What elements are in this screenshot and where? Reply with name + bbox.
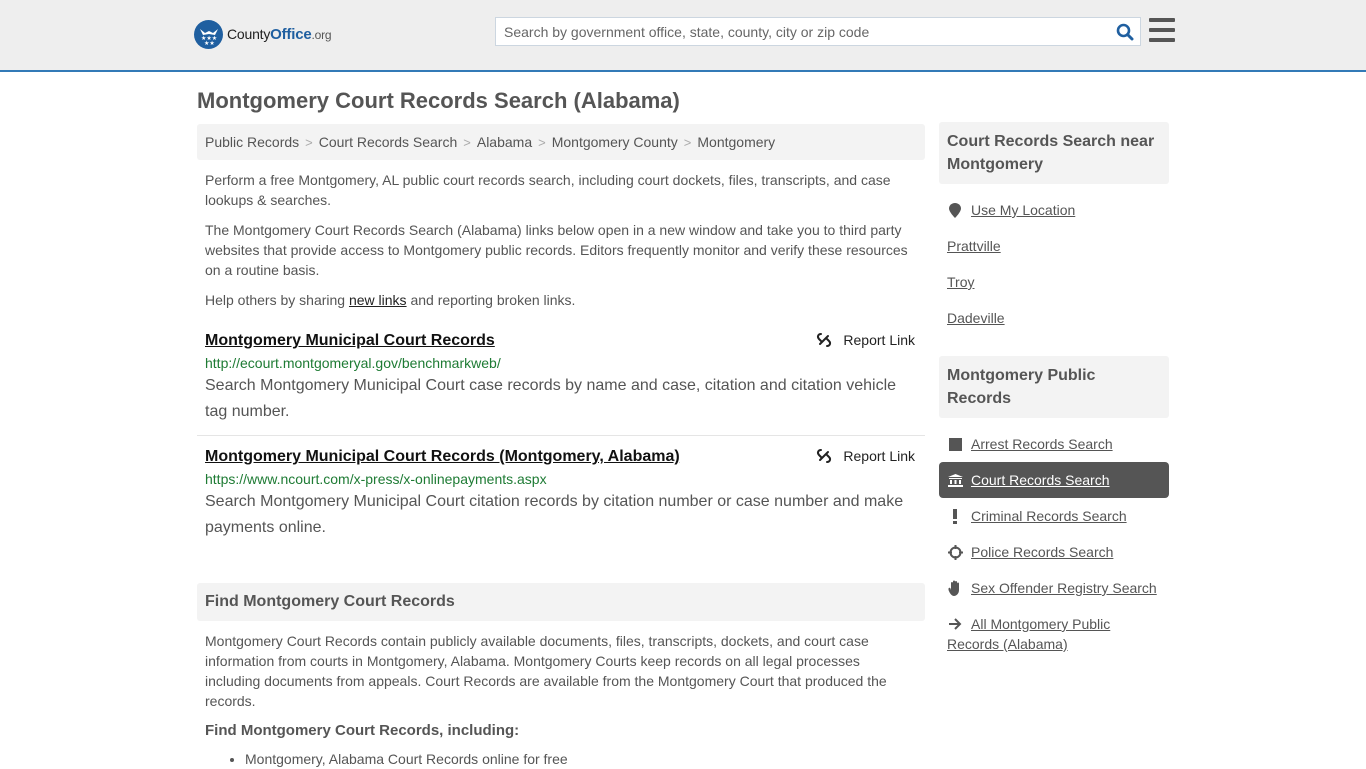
sidebar-item-court-records: Court Records Search	[939, 462, 1169, 498]
intro-paragraph: The Montgomery Court Records Search (Ala…	[205, 222, 908, 278]
site-header: ★★★ ★★ CountyOffice.org	[0, 0, 1366, 72]
arrest-records-link[interactable]: Arrest Records Search	[971, 436, 1113, 452]
nearby-city-item: Prattville	[939, 228, 1169, 264]
courthouse-icon	[947, 473, 963, 487]
find-records-heading: Find Montgomery Court Records	[197, 583, 925, 621]
public-records-list: Arrest Records Search Court Records Sear…	[939, 426, 1169, 654]
search-button[interactable]	[1110, 18, 1140, 45]
find-records-list: Montgomery, Alabama Court Records online…	[205, 749, 917, 769]
find-records-subheading: Find Montgomery Court Records, including…	[205, 722, 520, 739]
city-link-troy[interactable]: Troy	[947, 274, 974, 290]
site-logo[interactable]: ★★★ ★★ CountyOffice.org	[194, 20, 332, 49]
nearby-city-item: Dadeville	[939, 300, 1169, 336]
result-description: Search Montgomery Municipal Court case r…	[205, 377, 897, 420]
sidebar-item-police-records: Police Records Search	[939, 534, 1169, 570]
find-records-body: Montgomery Court Records contain publicl…	[205, 633, 887, 709]
result-url: http://ecourt.montgomeryal.gov/benchmark…	[205, 355, 501, 371]
criminal-records-link[interactable]: Criminal Records Search	[971, 508, 1127, 524]
breadcrumb-separator: >	[463, 134, 471, 150]
breadcrumb-separator: >	[538, 134, 546, 150]
sidebar: Court Records Search near Montgomery Use…	[939, 122, 1169, 654]
page-title: Montgomery Court Records Search (Alabama…	[197, 88, 680, 113]
sidebar-item-all-public-records: All Montgomery Public Records (Alabama)	[939, 606, 1169, 654]
result-url: https://www.ncourt.com/x-press/x-onlinep…	[205, 471, 547, 487]
breadcrumb-item[interactable]: Alabama	[477, 134, 532, 150]
list-item: Montgomery, Alabama Court Records online…	[245, 749, 917, 769]
search-bar	[495, 17, 1141, 46]
logo-text: CountyOffice.org	[227, 26, 332, 43]
intro-paragraph: Help others by sharing new links and rep…	[205, 292, 576, 308]
find-records-section: Montgomery Court Records contain publicl…	[197, 631, 925, 769]
svg-text:★★: ★★	[204, 40, 215, 46]
breadcrumb-item[interactable]: Montgomery	[697, 134, 775, 150]
broken-link-icon	[817, 449, 832, 463]
result-title-link[interactable]: Montgomery Municipal Court Records	[205, 330, 495, 352]
breadcrumb-separator: >	[305, 134, 313, 150]
arrow-right-icon	[947, 618, 963, 630]
nearby-heading: Court Records Search near Montgomery	[939, 122, 1169, 184]
intro-text: Perform a free Montgomery, AL public cou…	[197, 170, 925, 310]
court-records-link[interactable]: Court Records Search	[971, 472, 1110, 488]
city-link-dadeville[interactable]: Dadeville	[947, 310, 1005, 326]
public-records-heading: Montgomery Public Records	[939, 356, 1169, 418]
result-item: Montgomery Municipal Court Records Repor…	[197, 330, 925, 436]
use-location-item: Use My Location	[939, 192, 1169, 228]
city-link-prattville[interactable]: Prattville	[947, 238, 1001, 254]
result-title-link[interactable]: Montgomery Municipal Court Records (Mont…	[205, 446, 680, 468]
broken-link-icon	[817, 333, 832, 347]
all-public-records-link[interactable]: All Montgomery Public Records (Alabama)	[947, 616, 1110, 652]
result-item: Montgomery Municipal Court Records (Mont…	[197, 446, 925, 541]
eagle-logo-icon: ★★★ ★★	[194, 20, 223, 49]
breadcrumb-separator: >	[683, 134, 692, 150]
breadcrumb-item[interactable]: Court Records Search	[319, 134, 458, 150]
new-links-link[interactable]: new links	[349, 292, 407, 308]
breadcrumb-item[interactable]: Public Records	[205, 134, 299, 150]
nearby-list: Use My Location Prattville Troy Dadevill…	[939, 192, 1169, 336]
map-marker-icon	[947, 202, 963, 218]
sidebar-item-arrest-records: Arrest Records Search	[939, 426, 1169, 462]
search-input[interactable]	[496, 18, 1110, 45]
hand-icon	[947, 580, 963, 596]
result-description: Search Montgomery Municipal Court citati…	[205, 493, 904, 536]
main-content: Public Records > Court Records Search > …	[197, 124, 925, 769]
sex-offender-registry-link[interactable]: Sex Offender Registry Search	[971, 580, 1157, 596]
use-my-location-link[interactable]: Use My Location	[971, 202, 1075, 218]
square-icon	[947, 437, 963, 451]
report-link-button[interactable]: Report Link	[816, 332, 915, 348]
breadcrumb: Public Records > Court Records Search > …	[197, 124, 925, 160]
police-records-link[interactable]: Police Records Search	[971, 544, 1113, 560]
hamburger-menu-icon[interactable]	[1149, 18, 1175, 42]
breadcrumb-item[interactable]: Montgomery County	[552, 134, 678, 150]
exclamation-icon	[947, 508, 963, 524]
search-icon	[1116, 23, 1134, 40]
intro-paragraph: Perform a free Montgomery, AL public cou…	[205, 172, 891, 208]
sidebar-item-criminal-records: Criminal Records Search	[939, 498, 1169, 534]
sidebar-item-sex-offender-registry: Sex Offender Registry Search	[939, 570, 1169, 606]
nearby-city-item: Troy	[939, 264, 1169, 300]
crosshair-icon	[947, 544, 963, 560]
report-link-button[interactable]: Report Link	[816, 448, 915, 464]
